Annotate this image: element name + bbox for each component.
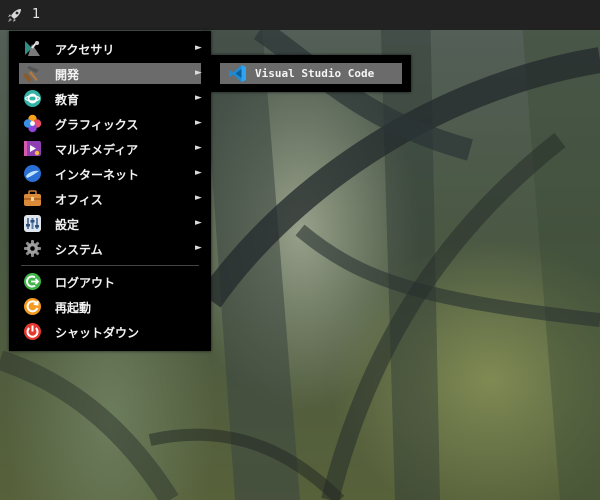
menu-item-graphics[interactable]: グラフィックス ► (19, 113, 202, 134)
menu-item-education[interactable]: 教育 ► (19, 88, 202, 109)
reboot-icon (23, 297, 42, 316)
menu-item-label: 再起動 (55, 301, 92, 315)
submenu-arrow-icon: ► (195, 43, 202, 53)
vscode-icon (228, 64, 247, 83)
menu-item-multimedia[interactable]: マルチメディア ► (19, 138, 202, 159)
menu-item-label: システム (55, 243, 103, 257)
menu-item-label: シャットダウン (55, 326, 140, 340)
menu-item-development[interactable]: 開発 ► (19, 63, 202, 84)
menu-item-settings[interactable]: 設定 ► (19, 213, 202, 234)
development-icon (23, 64, 42, 83)
submenu-arrow-icon: ► (195, 193, 202, 203)
application-menu: アクセサリ ► 開発 ► 教育 ► グラフィックス ► マルチメディア ► イン… (9, 31, 211, 351)
top-panel: 1 (0, 0, 600, 30)
accessories-icon (23, 39, 42, 58)
menu-item-label: オフィス (55, 193, 103, 207)
menu-item-label: Visual Studio Code (255, 67, 375, 80)
multimedia-icon (23, 139, 42, 158)
settings-icon (23, 214, 42, 233)
submenu-arrow-icon: ► (195, 143, 202, 153)
menu-item-label: グラフィックス (55, 118, 139, 132)
menu-item-office[interactable]: オフィス ► (19, 188, 202, 209)
submenu-arrow-icon: ► (195, 168, 202, 178)
submenu-arrow-icon: ► (195, 218, 202, 228)
menu-item-reboot[interactable]: 再起動 (19, 296, 201, 317)
graphics-icon (23, 114, 42, 133)
menu-item-label: 設定 (55, 218, 80, 232)
shutdown-icon (23, 322, 42, 341)
menu-item-label: ログアウト (55, 276, 116, 290)
menu-item-label: マルチメディア (55, 143, 139, 157)
submenu-arrow-icon: ► (195, 93, 202, 103)
menu-item-label: アクセサリ (55, 43, 115, 57)
menu-item-system[interactable]: システム ► (19, 238, 202, 259)
menu-item-internet[interactable]: インターネット ► (19, 163, 202, 184)
office-icon (23, 189, 42, 208)
education-icon (23, 89, 42, 108)
menu-item-logout[interactable]: ログアウト (19, 271, 201, 292)
system-icon (23, 239, 42, 258)
menu-separator (21, 265, 199, 266)
menu-item-shutdown[interactable]: シャットダウン (19, 321, 201, 342)
rocket-icon[interactable] (6, 6, 24, 24)
menu-item-label: インターネット (55, 168, 140, 182)
submenu-arrow-icon: ► (195, 118, 202, 128)
development-submenu: Visual Studio Code (211, 55, 411, 92)
submenu-arrow-icon: ► (195, 243, 202, 253)
menu-item-label: 教育 (55, 93, 80, 107)
logout-icon (23, 272, 42, 291)
internet-icon (23, 164, 42, 183)
submenu-arrow-icon: ► (195, 68, 202, 78)
menu-item-label: 開発 (55, 68, 80, 82)
workspace-indicator[interactable]: 1 (32, 7, 40, 22)
menu-item-accessories[interactable]: アクセサリ ► (19, 38, 202, 59)
menu-item-vscode[interactable]: Visual Studio Code (220, 63, 402, 84)
